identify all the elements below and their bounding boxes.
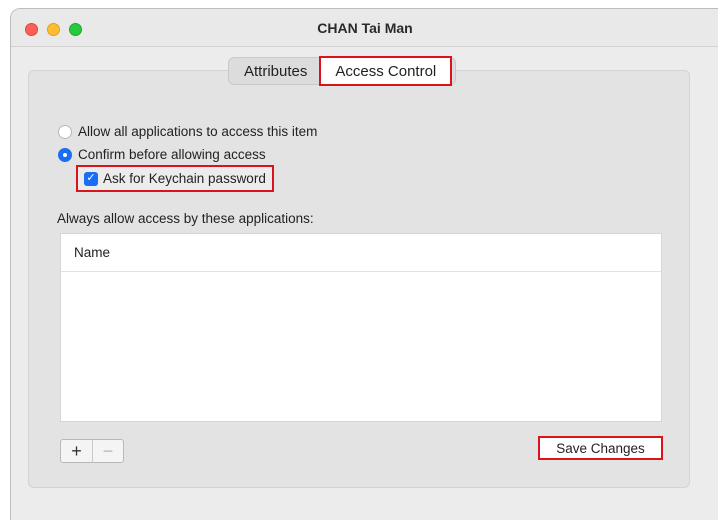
- tab-access-control[interactable]: Access Control: [319, 56, 453, 86]
- window-title: CHAN Tai Man: [317, 20, 413, 36]
- title-bar: CHAN Tai Man: [11, 9, 718, 47]
- table-header-name[interactable]: Name: [61, 234, 661, 272]
- radio-confirm-before[interactable]: Confirm before allowing access: [58, 147, 266, 162]
- save-changes-button[interactable]: Save Changes: [538, 436, 663, 460]
- radio-button-allow-all[interactable]: [58, 124, 72, 139]
- radio-allow-all[interactable]: Allow all applications to access this it…: [58, 124, 317, 139]
- radio-button-confirm-before[interactable]: [58, 147, 72, 162]
- radio-label-confirm-before: Confirm before allowing access: [78, 147, 266, 162]
- applications-table[interactable]: Name: [60, 233, 662, 422]
- add-remove-buttons: + −: [60, 439, 124, 463]
- add-application-button[interactable]: +: [61, 440, 92, 462]
- tab-attributes[interactable]: Attributes: [232, 59, 319, 83]
- tab-bar: Attributes Access Control: [228, 56, 457, 86]
- checkmark-icon[interactable]: ✓: [84, 171, 98, 186]
- always-allow-label: Always allow access by these application…: [57, 211, 314, 226]
- column-header-name: Name: [74, 245, 111, 260]
- remove-application-button[interactable]: −: [92, 440, 123, 462]
- radio-label-allow-all: Allow all applications to access this it…: [78, 124, 318, 139]
- keychain-password-checkbox-row[interactable]: ✓ Ask for Keychain password: [76, 165, 274, 192]
- keychain-password-label: Ask for Keychain password: [103, 171, 266, 186]
